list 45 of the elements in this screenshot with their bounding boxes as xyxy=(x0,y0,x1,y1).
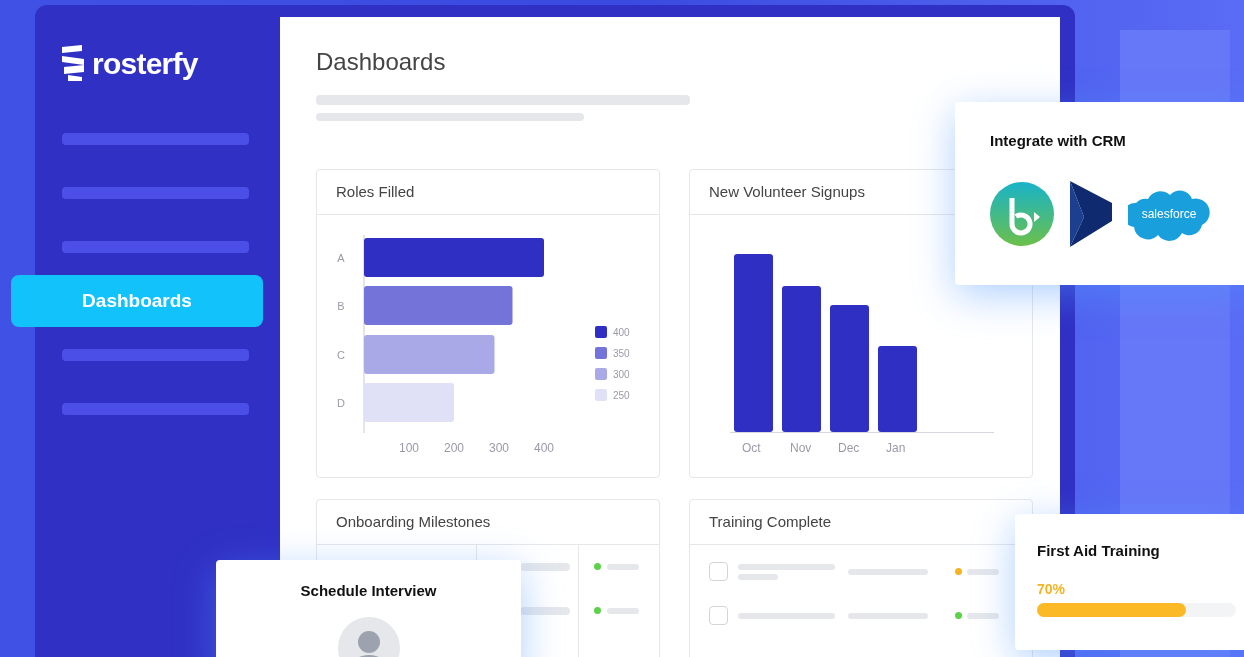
sidebar-item[interactable] xyxy=(62,187,249,199)
tick-label: 300 xyxy=(489,441,509,455)
placeholder-bar xyxy=(607,607,639,614)
placeholder-bar xyxy=(607,563,639,570)
sidebar-item[interactable] xyxy=(62,403,249,415)
month-label: Oct xyxy=(741,440,762,457)
placeholder-bar xyxy=(967,568,999,575)
logo-icon xyxy=(62,45,86,81)
letter-b-circle-icon xyxy=(990,181,1054,246)
month-label: Nov xyxy=(789,440,813,457)
category-label: A xyxy=(337,252,345,264)
page-title: Dashboards xyxy=(316,47,447,77)
placeholder-bar xyxy=(520,607,570,615)
placeholder-bar xyxy=(967,612,999,619)
arrow-play-icon xyxy=(1070,180,1112,247)
card-title: Integrate with CRM xyxy=(990,131,1126,151)
checkbox[interactable] xyxy=(709,562,728,581)
category-label: D xyxy=(337,397,345,409)
sidebar-item[interactable] xyxy=(62,241,249,253)
card-title: Schedule Interview xyxy=(300,581,437,601)
legend-label: 250 xyxy=(613,390,630,401)
card-title: New Volunteer Signups xyxy=(709,181,865,202)
logo-text: salesforce xyxy=(1141,205,1197,223)
month-label: Jan xyxy=(885,440,907,457)
progress-reading: 70% xyxy=(1037,579,1066,599)
month-label: Dec xyxy=(837,440,861,457)
category-label: C xyxy=(337,349,345,361)
tick-label: 200 xyxy=(444,441,464,455)
placeholder-bar xyxy=(738,573,778,580)
sidebar-item[interactable]: Dashboards xyxy=(11,275,263,327)
card-title: Onboarding Milestones xyxy=(336,511,491,532)
legend-label: 400 xyxy=(613,327,630,338)
sidebar-item[interactable] xyxy=(62,133,249,145)
legend-label: 300 xyxy=(613,369,630,380)
card-title: Roles Filled xyxy=(336,181,415,202)
checkbox[interactable] xyxy=(709,606,728,625)
card-title: First Aid Training xyxy=(1037,541,1160,561)
tick-label: 400 xyxy=(534,441,554,455)
logo-text: rosterfy xyxy=(92,45,198,82)
sidebar-item[interactable] xyxy=(62,349,249,361)
tick-label: 100 xyxy=(399,441,419,455)
placeholder-bar xyxy=(520,563,570,571)
card-title: Training Complete xyxy=(709,511,831,532)
legend-label: 350 xyxy=(613,348,630,359)
category-label: B xyxy=(337,300,345,312)
